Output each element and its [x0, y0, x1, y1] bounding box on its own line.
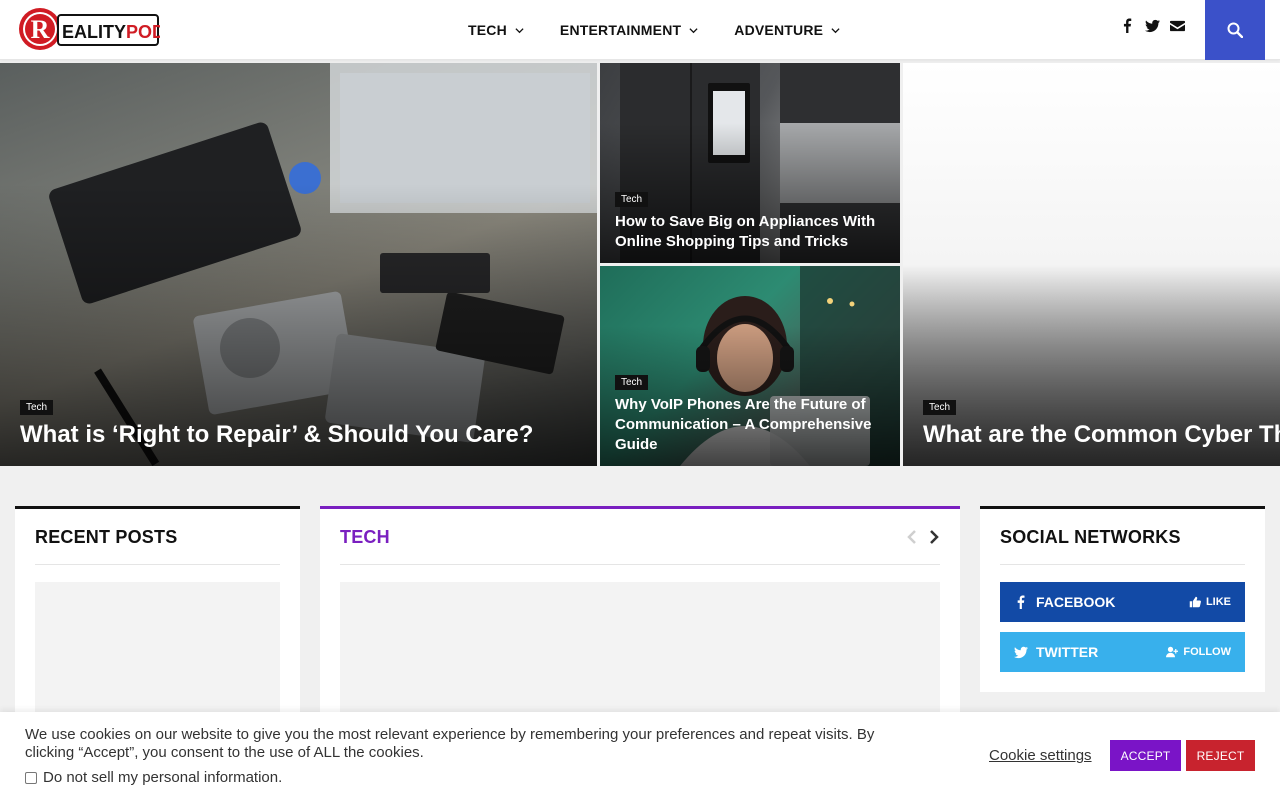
accept-button[interactable]: ACCEPT — [1110, 740, 1181, 771]
category-tag[interactable]: Tech — [923, 400, 957, 415]
chevron-left-icon[interactable] — [906, 529, 918, 545]
do-not-sell-label: Do not sell my personal information. — [43, 769, 283, 786]
social-action: FOLLOW — [1166, 646, 1231, 658]
chevron-right-icon[interactable] — [928, 529, 940, 545]
widget-title: RECENT POSTS — [35, 527, 178, 547]
envelope-icon[interactable] — [1170, 18, 1185, 33]
post-title[interactable]: How to Save Big on Appliances With Onlin… — [615, 212, 885, 252]
svg-text:POD: POD — [126, 22, 160, 42]
facebook-icon[interactable] — [1120, 18, 1135, 33]
post-title[interactable]: Why VoIP Phones Are the Future of Commun… — [615, 395, 885, 455]
featured-posts: Tech What is ‘Right to Repair’ & Should … — [0, 63, 1280, 466]
cookie-consent-bar: We use cookies on our website to give yo… — [0, 712, 1280, 800]
do-not-sell-checkbox[interactable] — [25, 771, 37, 784]
nav-item-label: ADVENTURE — [734, 22, 824, 38]
featured-post-main[interactable]: Tech What is ‘Right to Repair’ & Should … — [0, 63, 597, 466]
search-button[interactable] — [1205, 0, 1265, 60]
category-tag[interactable]: Tech — [615, 375, 649, 390]
cookie-settings-link[interactable]: Cookie settings — [989, 747, 1092, 764]
social-action: LIKE — [1189, 596, 1231, 608]
chevron-down-icon — [831, 27, 840, 33]
featured-post-voip[interactable]: Tech Why VoIP Phones Are the Future of C… — [600, 266, 900, 466]
twitter-icon[interactable] — [1145, 18, 1160, 33]
chevron-down-icon — [689, 27, 698, 33]
nav-item-adventure[interactable]: ADVENTURE — [734, 22, 840, 38]
category-tag[interactable]: Tech — [615, 192, 649, 207]
twitter-icon — [1014, 646, 1028, 659]
post-thumbnail-placeholder — [35, 582, 280, 729]
reject-button[interactable]: REJECT — [1186, 740, 1255, 771]
site-logo[interactable]: R EALITY POD — [18, 7, 160, 52]
post-thumbnail-placeholder — [340, 582, 940, 729]
nav-item-entertainment[interactable]: ENTERTAINMENT — [560, 22, 698, 38]
post-title[interactable]: What are the Common Cyber Thre — [923, 420, 1280, 450]
divider — [1000, 564, 1245, 565]
social-action-label: FOLLOW — [1183, 646, 1231, 658]
do-not-sell-option: Do not sell my personal information. — [25, 769, 282, 786]
twitter-follow-button[interactable]: TWITTER FOLLOW — [1000, 632, 1245, 672]
social-label: TWITTER — [1036, 644, 1099, 660]
widget-title[interactable]: TECH — [340, 527, 390, 548]
thumbs-up-icon — [1189, 596, 1201, 608]
user-plus-icon — [1166, 646, 1179, 658]
facebook-icon — [1017, 595, 1025, 609]
divider — [35, 564, 280, 565]
social-networks-widget: SOCIAL NETWORKS FACEBOOK LIKE TWITTER FO… — [980, 506, 1265, 692]
svg-text:R: R — [31, 15, 50, 44]
header-social-links — [1120, 18, 1185, 33]
tech-widget: TECH — [320, 506, 960, 729]
category-tag[interactable]: Tech — [20, 400, 54, 415]
nav-item-label: TECH — [468, 22, 507, 38]
svg-text:EALITY: EALITY — [62, 22, 126, 42]
carousel-arrows — [906, 529, 940, 545]
widget-title: SOCIAL NETWORKS — [1000, 527, 1181, 547]
divider — [340, 564, 940, 565]
nav-item-tech[interactable]: TECH — [468, 22, 524, 38]
site-header: R EALITY POD TECH ENTERTAINMENT ADVENTUR… — [0, 0, 1280, 60]
cookie-message: We use cookies on our website to give yo… — [25, 726, 875, 761]
facebook-like-button[interactable]: FACEBOOK LIKE — [1000, 582, 1245, 622]
featured-post-appliances[interactable]: Tech How to Save Big on Appliances With … — [600, 63, 900, 263]
social-label: FACEBOOK — [1036, 594, 1116, 610]
nav-item-label: ENTERTAINMENT — [559, 22, 682, 38]
post-title[interactable]: What is ‘Right to Repair’ & Should You C… — [20, 420, 533, 450]
social-action-label: LIKE — [1205, 596, 1231, 608]
main-nav: TECH ENTERTAINMENT ADVENTURE — [468, 0, 876, 60]
search-icon — [1227, 22, 1243, 38]
recent-posts-widget: RECENT POSTS — [15, 506, 300, 729]
chevron-down-icon — [515, 27, 524, 33]
featured-post-cyber[interactable]: Tech What are the Common Cyber Thre — [903, 63, 1280, 466]
